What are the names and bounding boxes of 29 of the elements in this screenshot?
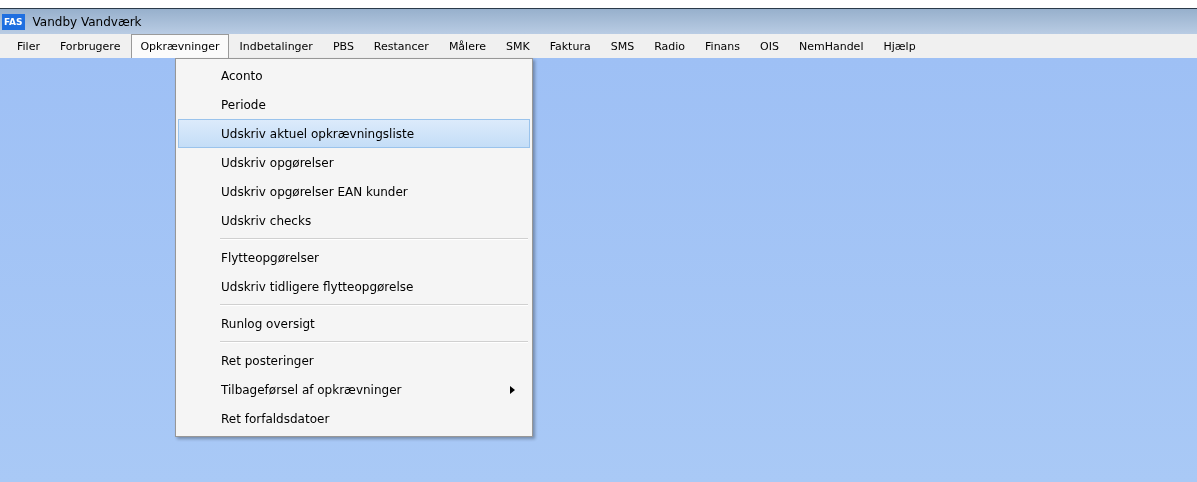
menu-item[interactable]: NemHandel bbox=[789, 34, 873, 58]
menu-item[interactable]: Forbrugere bbox=[50, 34, 130, 58]
menu-item[interactable]: Målere bbox=[439, 34, 495, 58]
dropdown-item[interactable]: Udskriv aktuel opkrævningsliste bbox=[178, 119, 530, 148]
dropdown-item[interactable]: Periode bbox=[178, 90, 530, 119]
menu-item[interactable]: Faktura bbox=[540, 34, 600, 58]
dropdown-item[interactable]: Udskriv opgørelser EAN kunder bbox=[178, 177, 530, 206]
menu-item[interactable]: Opkrævninger bbox=[131, 34, 229, 58]
window-title: Vandby Vandværk bbox=[32, 14, 142, 29]
dropdown-item[interactable]: Ret posteringer bbox=[178, 346, 530, 375]
menu-item[interactable]: Filer bbox=[8, 34, 49, 58]
dropdown-item[interactable]: Tilbageførsel af opkrævninger bbox=[178, 375, 530, 404]
dropdown-item[interactable]: Udskriv checks bbox=[178, 206, 530, 235]
menu-item[interactable]: SMK bbox=[497, 34, 539, 58]
menu-item[interactable]: Finans bbox=[696, 34, 750, 58]
dropdown-item[interactable]: Udskriv opgørelser bbox=[178, 148, 530, 177]
app-logo: FAS bbox=[2, 13, 25, 30]
menu-item[interactable]: PBS bbox=[323, 34, 363, 58]
dropdown-item[interactable]: Udskriv tidligere flytteopgørelse bbox=[178, 272, 530, 301]
dropdown-item[interactable]: Flytteopgørelser bbox=[178, 243, 530, 272]
menu-item[interactable]: Radio bbox=[645, 34, 695, 58]
menu-item[interactable]: Hjælp bbox=[874, 34, 925, 58]
dropdown-item[interactable]: Ret forfaldsdatoer bbox=[178, 404, 530, 433]
dropdown-item[interactable]: Aconto bbox=[178, 61, 530, 90]
menu-item[interactable]: Restancer bbox=[364, 34, 438, 58]
menu-item[interactable]: Indbetalinger bbox=[230, 34, 322, 58]
menu-item[interactable]: OIS bbox=[751, 34, 788, 58]
dropdown-item[interactable]: Runlog oversigt bbox=[178, 309, 530, 338]
menu-item[interactable]: SMS bbox=[601, 34, 644, 58]
